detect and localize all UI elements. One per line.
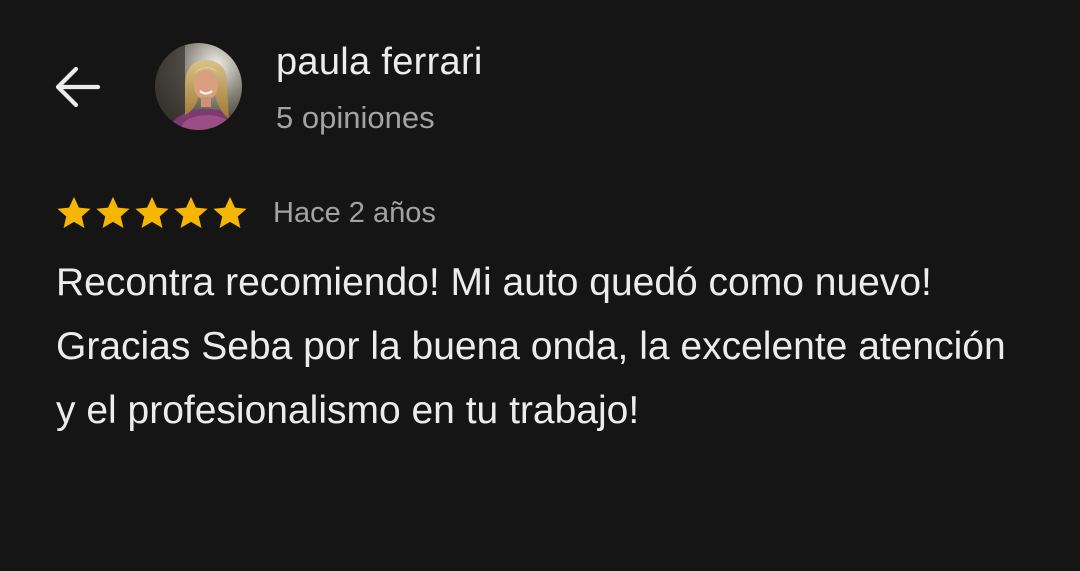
back-button[interactable] bbox=[52, 62, 102, 112]
author-name[interactable]: paula ferrari bbox=[276, 38, 483, 86]
star-rating bbox=[55, 194, 250, 232]
user-photo-icon bbox=[155, 43, 242, 130]
review-card: paula ferrari 5 opiniones Hace 2 años Re… bbox=[0, 0, 1080, 571]
arrow-left-icon bbox=[55, 66, 101, 108]
review-count: 5 opiniones bbox=[276, 100, 435, 135]
star-icon bbox=[135, 196, 169, 229]
star-icon bbox=[57, 196, 91, 229]
review-date: Hace 2 años bbox=[273, 197, 436, 229]
star-icon bbox=[213, 196, 247, 229]
avatar[interactable] bbox=[155, 43, 242, 130]
rating-row: Hace 2 años bbox=[55, 193, 436, 233]
review-text: Recontra recomiendo! Mi auto quedó como … bbox=[56, 261, 1006, 432]
star-icon bbox=[174, 196, 208, 229]
star-icon bbox=[96, 196, 130, 229]
